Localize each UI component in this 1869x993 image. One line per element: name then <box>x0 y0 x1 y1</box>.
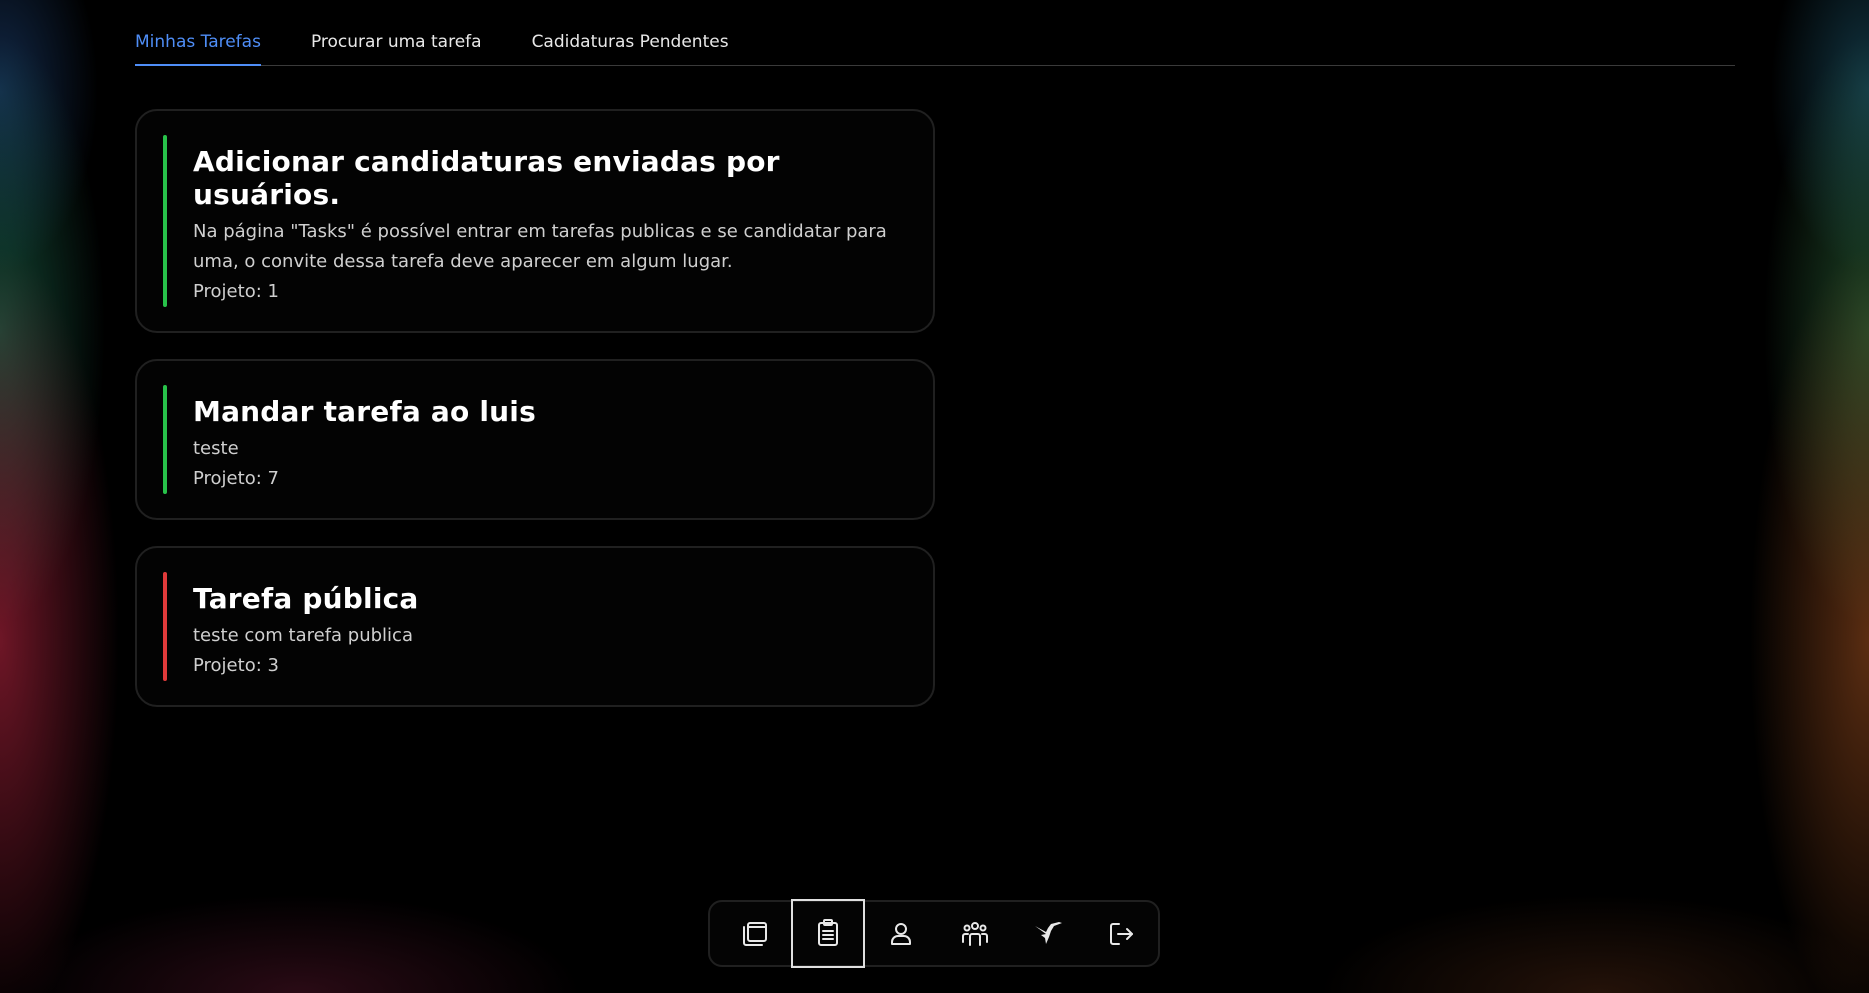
task-title: Adicionar candidaturas enviadas por usuá… <box>193 145 780 211</box>
home-logo-button[interactable] <box>1011 900 1084 967</box>
hummingbird-logo-icon <box>1035 921 1062 944</box>
task-project: Projeto: 1 <box>193 281 279 302</box>
task-project: Projeto: 7 <box>193 468 279 489</box>
bottom-dock <box>708 898 1160 968</box>
task-card[interactable]: Mandar tarefa ao luis teste Projeto: 7 <box>135 359 935 520</box>
task-description: teste <box>193 438 239 459</box>
task-card[interactable]: Tarefa pública teste com tarefa publica … <box>135 546 935 707</box>
task-description: teste com tarefa publica <box>193 625 413 646</box>
task-title: Mandar tarefa ao luis <box>193 395 536 428</box>
clipboard-icon <box>818 919 839 946</box>
task-status-bar <box>163 135 167 307</box>
tab-candidaturas-pendentes[interactable]: Cadidaturas Pendentes <box>532 28 729 65</box>
task-project: Projeto: 3 <box>193 655 279 676</box>
tab-procurar-tarefa[interactable]: Procurar uma tarefa <box>311 28 482 65</box>
team-icon <box>961 921 988 946</box>
projects-icon <box>742 921 767 946</box>
profile-button[interactable] <box>865 900 938 967</box>
task-description: Na página "Tasks" é possível entrar em t… <box>193 221 887 272</box>
logout-icon <box>1110 922 1134 945</box>
tasks-button[interactable] <box>791 898 865 968</box>
tab-bar: Minhas Tarefas Procurar uma tarefa Cadid… <box>135 28 1735 66</box>
tab-minhas-tarefas[interactable]: Minhas Tarefas <box>135 28 261 66</box>
projects-button[interactable] <box>718 900 791 967</box>
user-icon <box>891 922 912 945</box>
task-status-bar <box>163 385 167 494</box>
task-list: Adicionar candidaturas enviadas por usuá… <box>135 109 935 733</box>
task-card[interactable]: Adicionar candidaturas enviadas por usuá… <box>135 109 935 333</box>
task-status-bar <box>163 572 167 681</box>
task-title: Tarefa pública <box>193 582 419 615</box>
team-button[interactable] <box>938 900 1011 967</box>
logout-button[interactable] <box>1085 900 1158 967</box>
